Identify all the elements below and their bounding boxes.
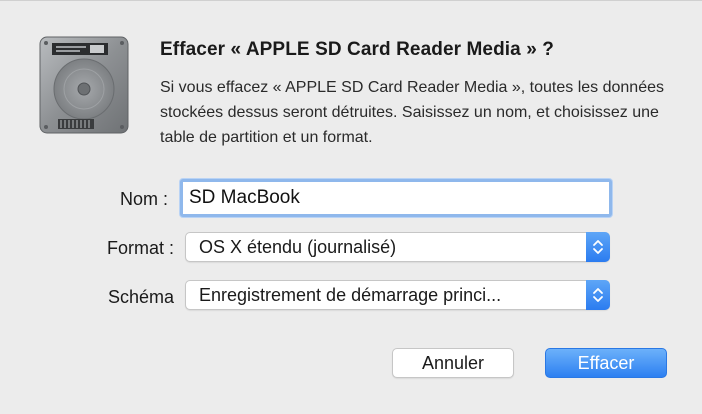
dialog-title: Effacer « APPLE SD Card Reader Media » ?	[160, 39, 554, 60]
format-stepper[interactable]	[586, 232, 610, 262]
chevron-updown-icon	[593, 288, 603, 302]
name-input[interactable]	[180, 179, 612, 217]
cancel-button[interactable]: Annuler	[392, 348, 514, 378]
format-select[interactable]: OS X étendu (journalisé)	[185, 232, 610, 262]
format-value: OS X étendu (journalisé)	[199, 237, 397, 257]
scheme-value: Enregistrement de démarrage princi...	[199, 285, 502, 305]
scheme-select[interactable]: Enregistrement de démarrage princi...	[185, 280, 610, 310]
scheme-stepper[interactable]	[586, 280, 610, 310]
erase-button[interactable]: Effacer	[545, 348, 667, 378]
format-label: Format :	[106, 238, 174, 258]
chevron-updown-icon	[593, 240, 603, 254]
hard-drive-icon	[34, 35, 134, 135]
dialog-message: Si vous effacez « APPLE SD Card Reader M…	[160, 79, 664, 146]
erase-dialog: Effacer « APPLE SD Card Reader Media » ?…	[0, 0, 702, 414]
scheme-label: Schéma	[107, 287, 174, 307]
name-label: Nom :	[119, 189, 168, 209]
